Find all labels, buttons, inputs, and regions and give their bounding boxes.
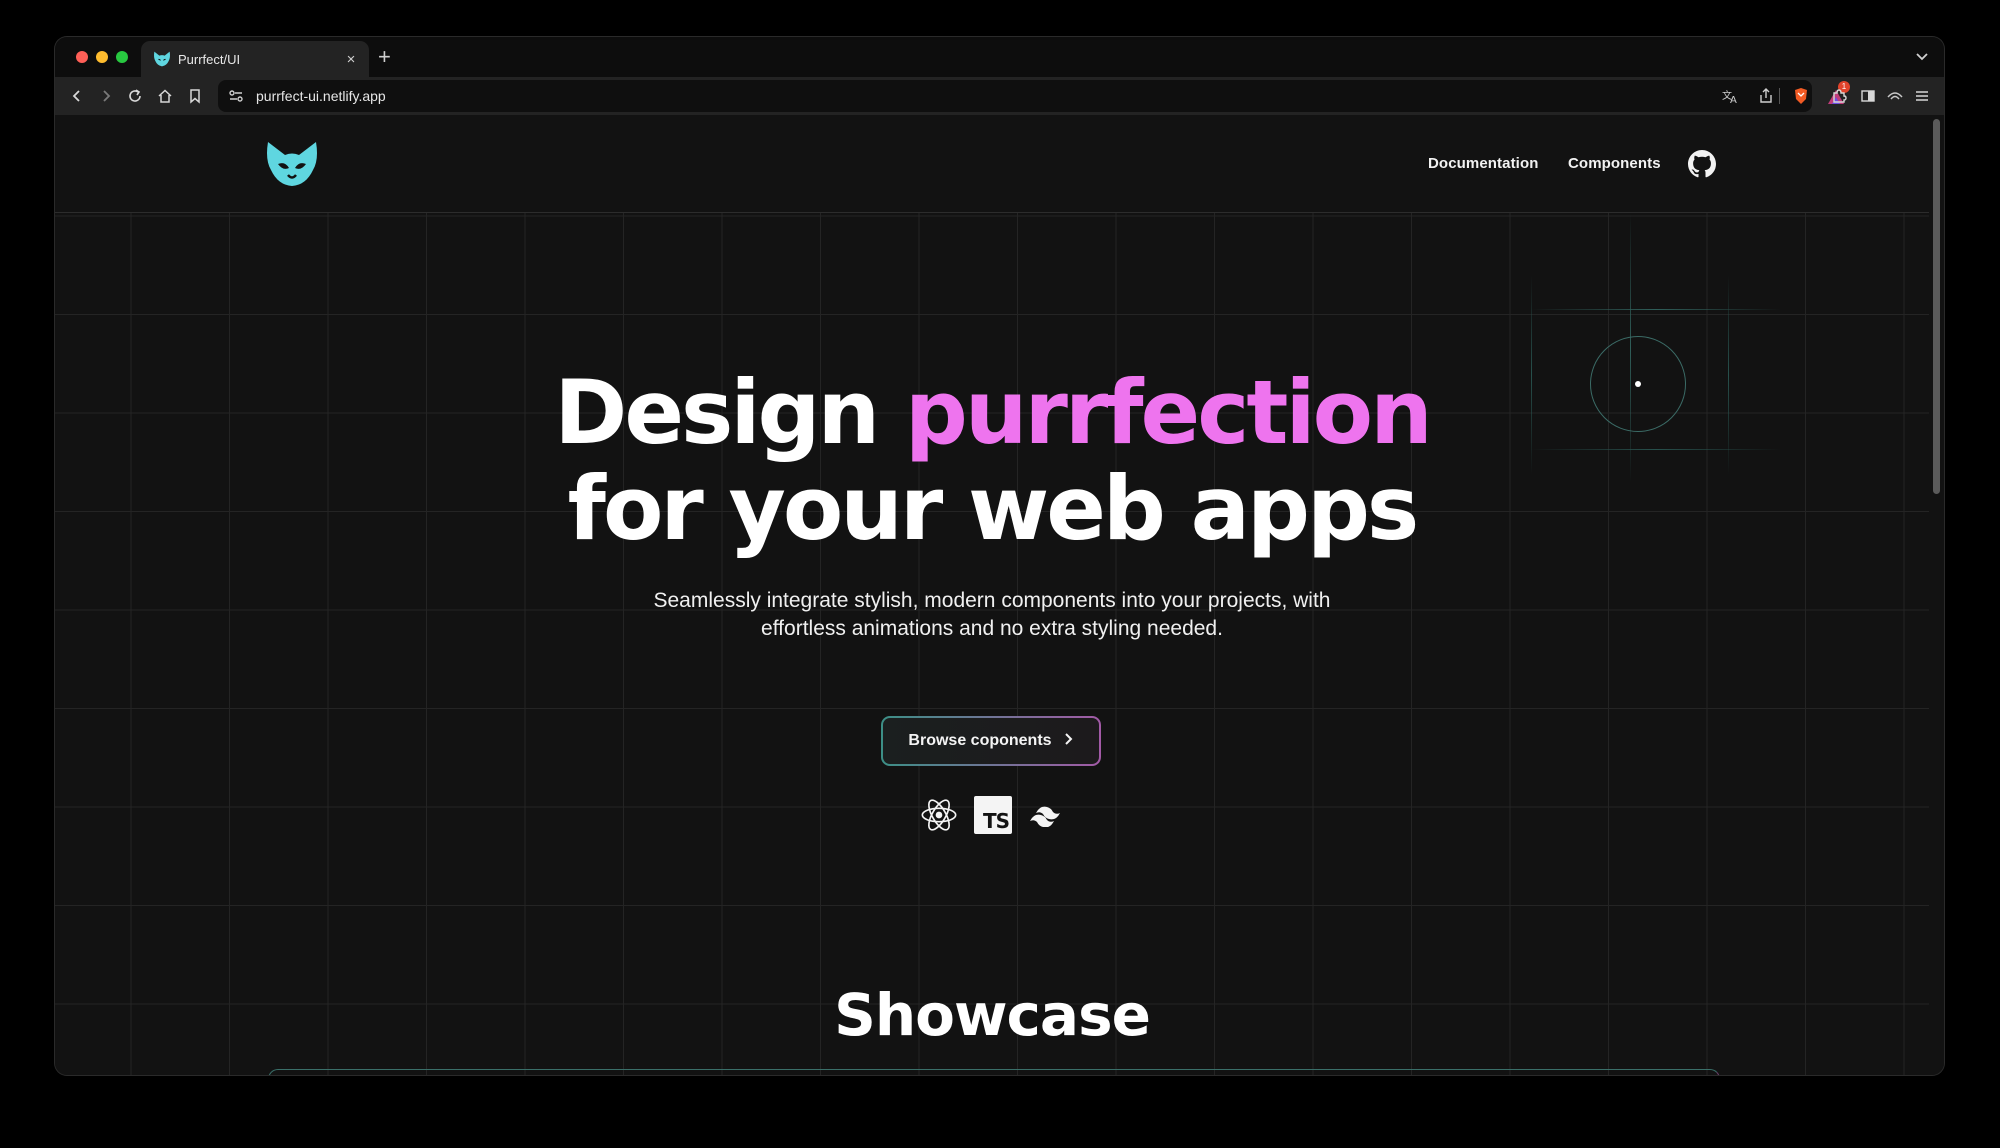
chevron-right-icon [1064, 732, 1074, 751]
scrollbar-thumb[interactable] [1933, 119, 1940, 494]
nav-documentation[interactable]: Documentation [1428, 155, 1538, 172]
cat-favicon-icon [153, 50, 171, 68]
hero-title-line2: for your web apps [567, 457, 1420, 560]
close-tab-icon[interactable]: × [341, 51, 361, 68]
maximize-window-button[interactable] [116, 51, 128, 63]
browser-toolbar: purrfect-ui.netlify.app 文A 1 [55, 77, 1944, 115]
github-icon[interactable] [1688, 150, 1716, 178]
typescript-label: TS [982, 809, 1010, 833]
react-icon [919, 795, 959, 835]
hero-subtitle: Seamlessly integrate stylish, modern com… [55, 587, 1929, 643]
back-icon[interactable] [67, 86, 87, 106]
brave-shield-icon[interactable] [1793, 87, 1809, 110]
nav-components[interactable]: Components [1568, 155, 1661, 172]
menu-icon[interactable] [1912, 86, 1932, 106]
hero-title-accent: purrfection [904, 361, 1433, 464]
cta-label: Browse coponents [908, 732, 1052, 749]
tab-strip: Purrfect/UI × + [55, 37, 1944, 77]
toolbar-divider [1779, 88, 1780, 104]
tab-purrfect-ui[interactable]: Purrfect/UI × [141, 41, 369, 77]
showcase-heading: Showcase [834, 981, 1151, 1049]
address-bar[interactable]: purrfect-ui.netlify.app 文A 1 [218, 80, 1850, 112]
translate-icon[interactable]: 文A [1722, 88, 1740, 109]
extensions-icon[interactable] [1829, 86, 1849, 106]
typescript-icon: TS [973, 795, 1013, 835]
web-page: Documentation Components Design purrfect… [55, 115, 1929, 1075]
forward-icon[interactable] [96, 86, 116, 106]
tab-title: Purrfect/UI [178, 51, 241, 67]
hero-title-plain: Design [554, 361, 880, 464]
minimize-window-button[interactable] [96, 51, 108, 63]
home-icon[interactable] [155, 86, 175, 106]
close-window-button[interactable] [76, 51, 88, 63]
browser-window: Purrfect/UI × + purrfect-ui.netlify.app [55, 37, 1944, 1075]
tailwind-icon [1026, 795, 1066, 835]
browse-components-button[interactable]: Browse coponents [882, 717, 1100, 765]
scrollbar[interactable] [1929, 115, 1944, 1075]
hero-subtitle-line1: Seamlessly integrate stylish, modern com… [653, 589, 1331, 612]
new-tab-button[interactable]: + [378, 44, 391, 70]
reload-icon[interactable] [125, 86, 145, 106]
tab-list-chevron-down-icon[interactable] [1914, 48, 1930, 64]
decorative-line [1531, 309, 1781, 310]
hero-subtitle-line2: effortless animations and no extra styli… [761, 617, 1223, 640]
site-settings-icon[interactable] [228, 88, 244, 109]
cat-logo-icon[interactable] [266, 139, 318, 187]
site-navbar: Documentation Components [55, 115, 1929, 213]
showcase-card [268, 1069, 1720, 1075]
bookmark-icon[interactable] [185, 86, 205, 106]
svg-text:A: A [1730, 95, 1737, 104]
vpn-icon[interactable] [1885, 86, 1905, 106]
share-icon[interactable] [1758, 87, 1774, 110]
sidebar-icon[interactable] [1858, 86, 1878, 106]
hero-title-line1: Design purrfection [55, 365, 1929, 461]
url-text: purrfect-ui.netlify.app [256, 88, 386, 104]
